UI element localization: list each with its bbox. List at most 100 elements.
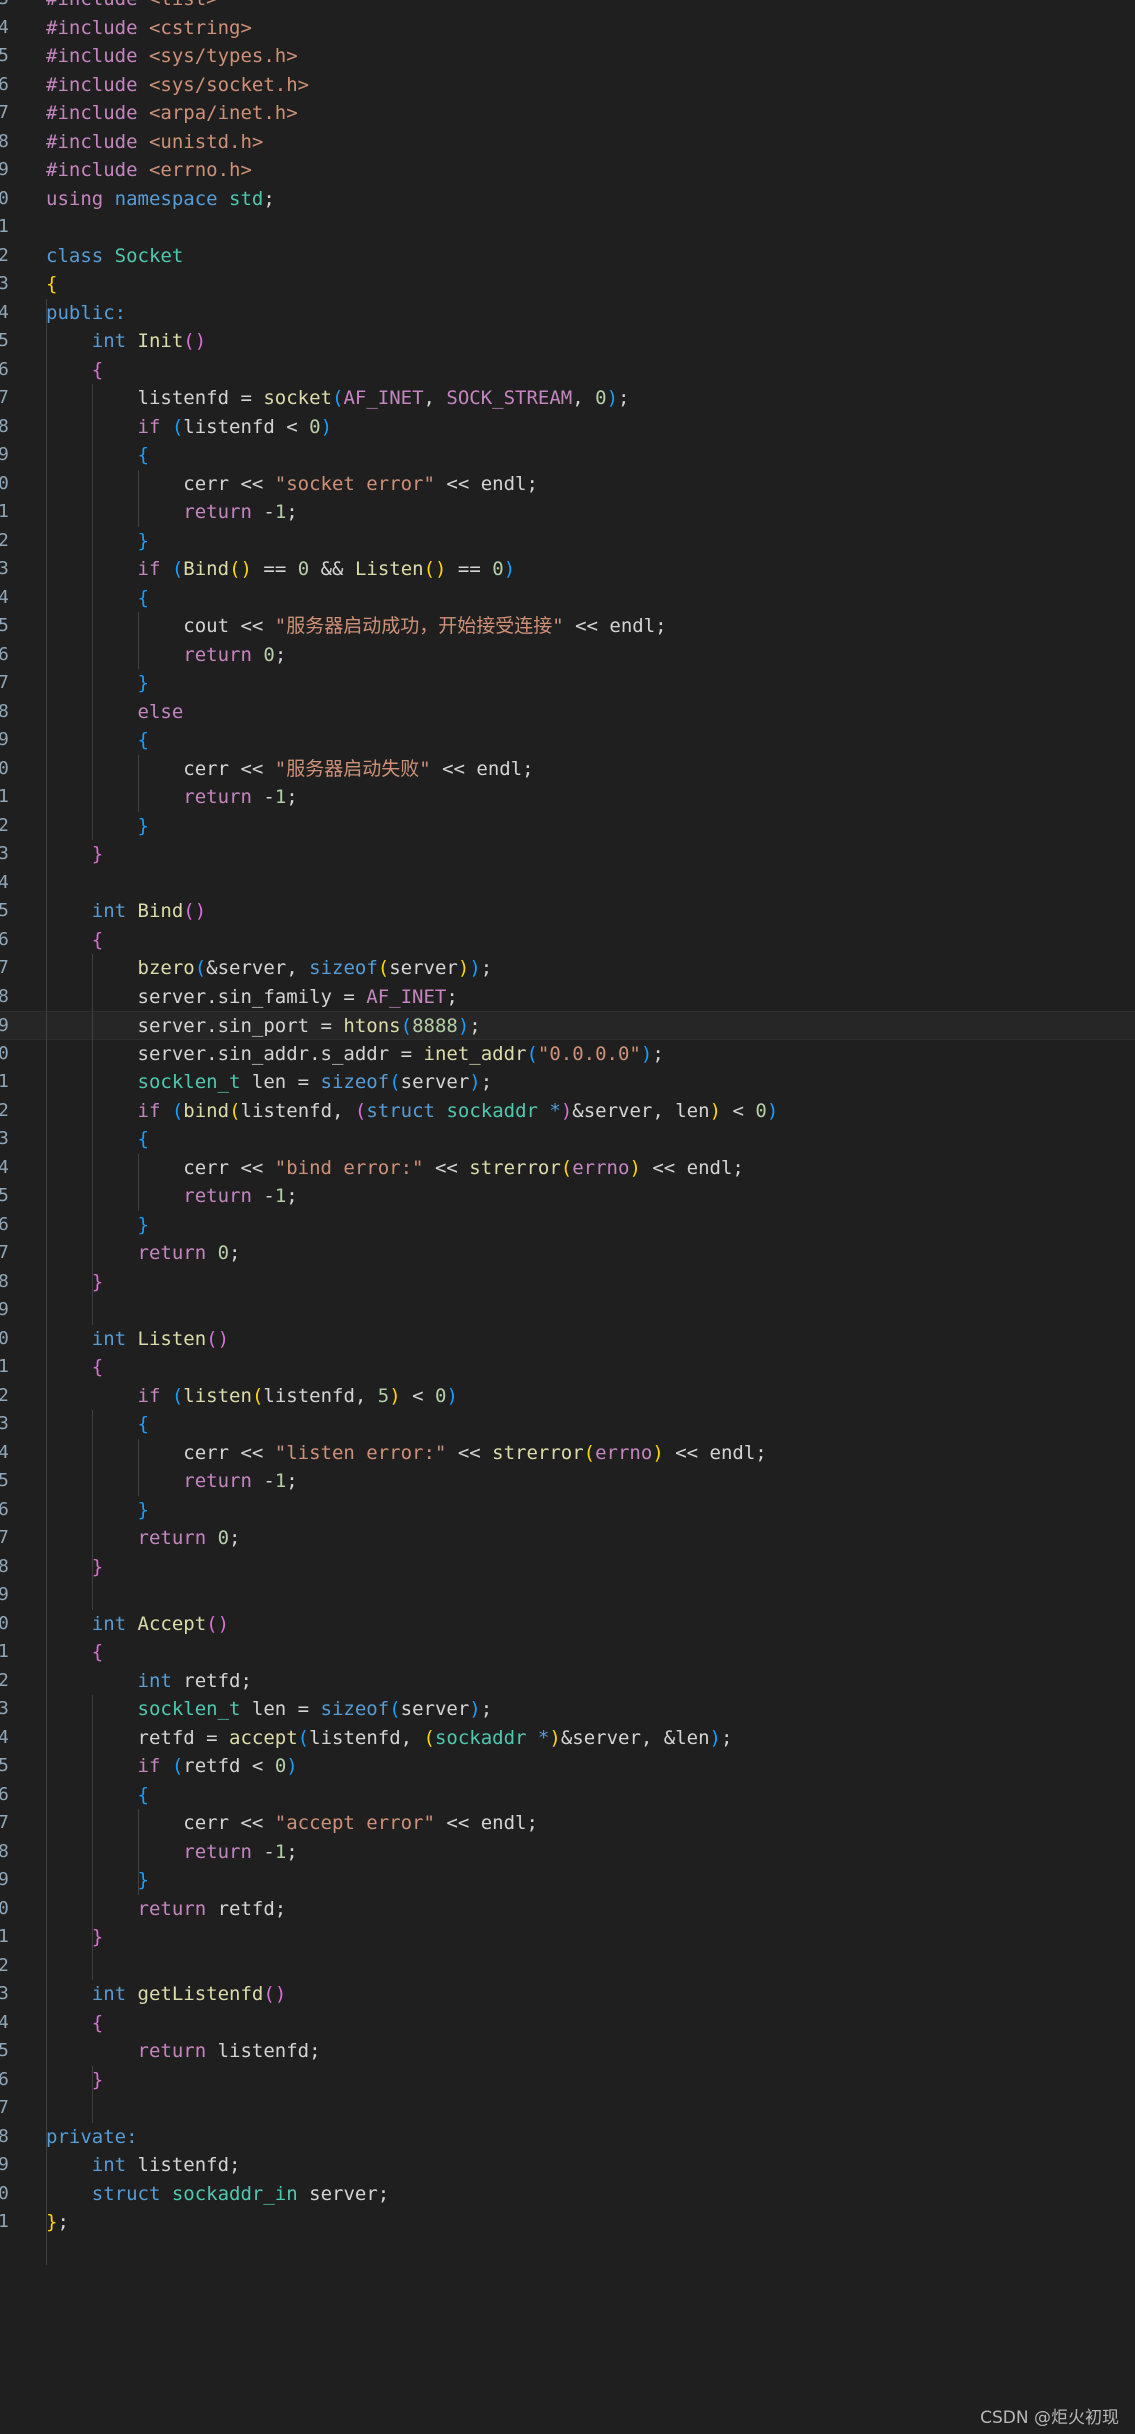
line-number: 4 [0, 1441, 9, 1463]
code-line[interactable]: 6 return 0; [0, 641, 1135, 670]
code-token: - [263, 1185, 275, 1207]
code-line[interactable]: 7 #include <arpa/inet.h> [0, 99, 1135, 128]
code-line[interactable]: 3 socklen_t len = sizeof(server); [0, 1695, 1135, 1724]
code-line[interactable]: 6 { [0, 356, 1135, 385]
code-token: socket [263, 387, 332, 409]
code-line[interactable]: 1 { [0, 1638, 1135, 1667]
code-line[interactable]: 2 if (listen(listenfd, 5) < 0) [0, 1382, 1135, 1411]
code-line[interactable]: 0 cerr << "socket error" << endl; [0, 470, 1135, 499]
code-line[interactable]: 5 return listenfd; [0, 2037, 1135, 2066]
code-line[interactable]: 7 listenfd = socket(AF_INET, SOCK_STREAM… [0, 384, 1135, 413]
code-line[interactable]: 5 cout << "服务器启动成功，开始接受连接" << endl; [0, 612, 1135, 641]
code-line[interactable]: 5 return -1; [0, 1467, 1135, 1496]
code-token: int [91, 1327, 138, 1350]
code-token: ; [57, 2211, 69, 2233]
code-line[interactable]: 5 int Bind() [0, 897, 1135, 926]
code-line-current[interactable]: 9 server.sin_port = htons(8888); [0, 1011, 1135, 1040]
code-token: <unistd.h> [148, 130, 264, 153]
code-line[interactable]: 0 int Listen() [0, 1325, 1135, 1354]
code-token: ) [606, 387, 619, 409]
code-line[interactable]: 4 retfd = accept(listenfd, (sockaddr *)&… [0, 1724, 1135, 1753]
code-line[interactable]: 5 return -1; [0, 1182, 1135, 1211]
code-line[interactable]: 1 } [0, 1923, 1135, 1952]
code-text: { [46, 356, 103, 385]
code-line[interactable]: 8 } [0, 1268, 1135, 1297]
code-line[interactable]: 8 private: [0, 2123, 1135, 2152]
code-line[interactable]: 1 { [0, 1353, 1135, 1382]
code-line[interactable]: 1}; [0, 2208, 1135, 2237]
code-line[interactable]: 5 if (retfd < 0) [0, 1752, 1135, 1781]
code-line[interactable]: 9 [0, 1296, 1135, 1325]
code-line[interactable]: 8 } [0, 1553, 1135, 1582]
code-line[interactable]: 7 bzero(&server, sizeof(server)); [0, 954, 1135, 983]
code-editor[interactable]: 3 #include <list> 4 #include <cstring> 5 #inc… [0, 0, 1135, 2434]
code-token: "服务器启动失败" [274, 757, 431, 780]
code-line[interactable]: 9 { [0, 441, 1135, 470]
code-line[interactable]: 0 cerr << "服务器启动失败" << endl; [0, 755, 1135, 784]
code-token: ) [709, 1099, 722, 1122]
code-line[interactable]: 7 return 0; [0, 1239, 1135, 1268]
code-line[interactable]: 4 cerr << "bind error:" << strerror(errn… [0, 1154, 1135, 1183]
code-token: - [263, 1470, 275, 1492]
code-line[interactable]: 8 else [0, 698, 1135, 727]
code-line[interactable]: 0 return retfd; [0, 1895, 1135, 1924]
line-number: 0 [0, 757, 9, 779]
code-line[interactable]: 4 public: [0, 299, 1135, 328]
code-line[interactable]: 7 return 0; [0, 1524, 1135, 1553]
code-line[interactable]: 7 [0, 2094, 1135, 2123]
code-line[interactable]: 0 struct sockaddr_in server; [0, 2180, 1135, 2209]
code-line[interactable]: 2 int retfd; [0, 1667, 1135, 1696]
code-line[interactable]: 7 } [0, 669, 1135, 698]
code-line[interactable]: 4 [0, 869, 1135, 898]
code-line[interactable]: 0 int Accept() [0, 1610, 1135, 1639]
code-line[interactable]: 5 #include <sys/types.h> [0, 42, 1135, 71]
code-line[interactable]: 3 #include <list> [0, 0, 1135, 14]
code-line[interactable]: 3{ [0, 270, 1135, 299]
code-line[interactable]: 2 class Socket [0, 242, 1135, 271]
line-number: 1 [0, 1926, 9, 1947]
code-line[interactable]: 9 int listenfd; [0, 2151, 1135, 2180]
code-line[interactable]: 9 } [0, 1866, 1135, 1895]
code-line[interactable]: 8 if (listenfd < 0) [0, 413, 1135, 442]
code-line[interactable]: 8 return -1; [0, 1838, 1135, 1867]
code-line[interactable]: 2 [0, 1952, 1135, 1981]
code-line[interactable]: 1 return -1; [0, 498, 1135, 527]
code-text: { [46, 1781, 149, 1810]
code-line[interactable]: 3 if (Bind() == 0 && Listen() == 0) [0, 555, 1135, 584]
code-line[interactable]: 5 int Init() [0, 327, 1135, 356]
code-token: using [46, 187, 115, 210]
code-line[interactable]: 6 #include <sys/socket.h> [0, 71, 1135, 100]
code-line[interactable]: 4 #include <cstring> [0, 14, 1135, 43]
code-line[interactable]: 0 server.sin_addr.s_addr = inet_addr("0.… [0, 1040, 1135, 1069]
code-line[interactable]: 9 [0, 1581, 1135, 1610]
code-line[interactable]: 6 } [0, 1496, 1135, 1525]
code-line[interactable]: 6 { [0, 1781, 1135, 1810]
code-line[interactable]: 3 int getListenfd() [0, 1980, 1135, 2009]
code-line[interactable]: 4 cerr << "listen error:" << strerror(er… [0, 1439, 1135, 1468]
code-line[interactable]: 6 { [0, 926, 1135, 955]
code-line[interactable]: 3 } [0, 840, 1135, 869]
code-line[interactable]: 7 cerr << "accept error" << endl; [0, 1809, 1135, 1838]
code-line[interactable]: 8 #include <unistd.h> [0, 128, 1135, 157]
code-line[interactable]: 1 return -1; [0, 783, 1135, 812]
code-line[interactable]: 2 if (bind(listenfd, (struct sockaddr *)… [0, 1097, 1135, 1126]
code-line[interactable]: 2 } [0, 527, 1135, 556]
code-line[interactable]: 6 } [0, 1211, 1135, 1240]
code-line[interactable]: 9 #include <errno.h> [0, 156, 1135, 185]
code-line[interactable]: 3 { [0, 1125, 1135, 1154]
code-line[interactable]: 4 { [0, 2009, 1135, 2038]
code-line[interactable]: 8 server.sin_family = AF_INET; [0, 983, 1135, 1012]
code-line[interactable]: 2 } [0, 812, 1135, 841]
code-line[interactable]: 1 socklen_t len = sizeof(server); [0, 1068, 1135, 1097]
code-line[interactable]: 4 { [0, 584, 1135, 613]
code-text: } [46, 1496, 149, 1525]
code-line[interactable]: 1 [0, 213, 1135, 242]
code-line[interactable]: 0 using namespace std; [0, 185, 1135, 214]
line-number: 0 [0, 1897, 9, 1919]
code-line[interactable]: 9 { [0, 726, 1135, 755]
code-line[interactable]: 6 } [0, 2066, 1135, 2095]
code-line[interactable]: 3 { [0, 1410, 1135, 1439]
